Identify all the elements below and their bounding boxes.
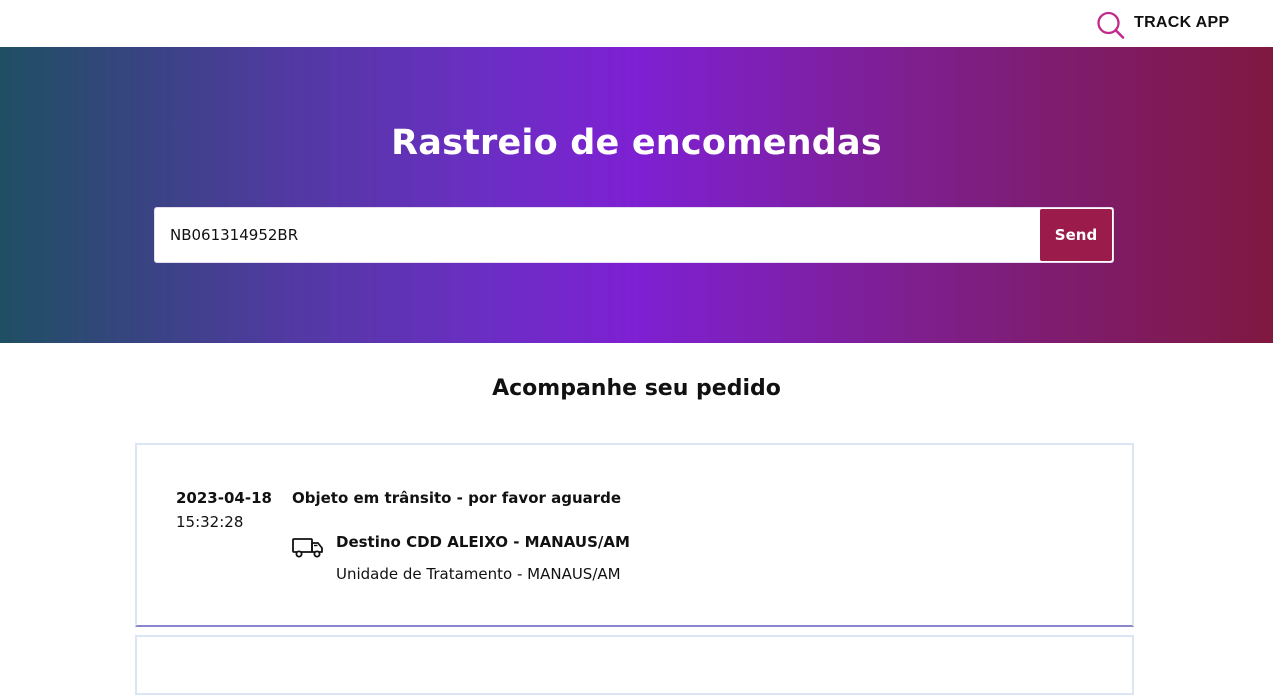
page-title: Rastreio de encomendas xyxy=(391,123,882,163)
event-unit: Unidade de Tratamento - MANAUS/AM xyxy=(336,565,621,583)
brand-link[interactable]: TRACK APP xyxy=(1096,10,1229,40)
tracking-code-input[interactable] xyxy=(155,208,1039,262)
section-title: Acompanhe seu pedido xyxy=(492,376,781,401)
truck-icon xyxy=(292,538,323,558)
tracking-search-form: Send xyxy=(154,207,1114,263)
tracking-event-card: 2023-04-18 15:32:28 Objeto em trânsito -… xyxy=(135,443,1134,627)
send-button[interactable]: Send xyxy=(1040,209,1112,261)
event-status: Objeto em trânsito - por favor aguarde xyxy=(292,489,622,507)
event-date: 2023-04-18 xyxy=(176,489,272,507)
search-icon xyxy=(1097,11,1125,39)
top-bar: TRACK APP xyxy=(0,0,1273,47)
event-destination: Destino CDD ALEIXO - MANAUS/AM xyxy=(336,533,630,551)
brand-label: TRACK APP xyxy=(1134,14,1230,31)
tracking-event-card xyxy=(135,635,1134,695)
hero-banner: Rastreio de encomendas Send xyxy=(0,47,1273,343)
event-time: 15:32:28 xyxy=(176,513,244,531)
